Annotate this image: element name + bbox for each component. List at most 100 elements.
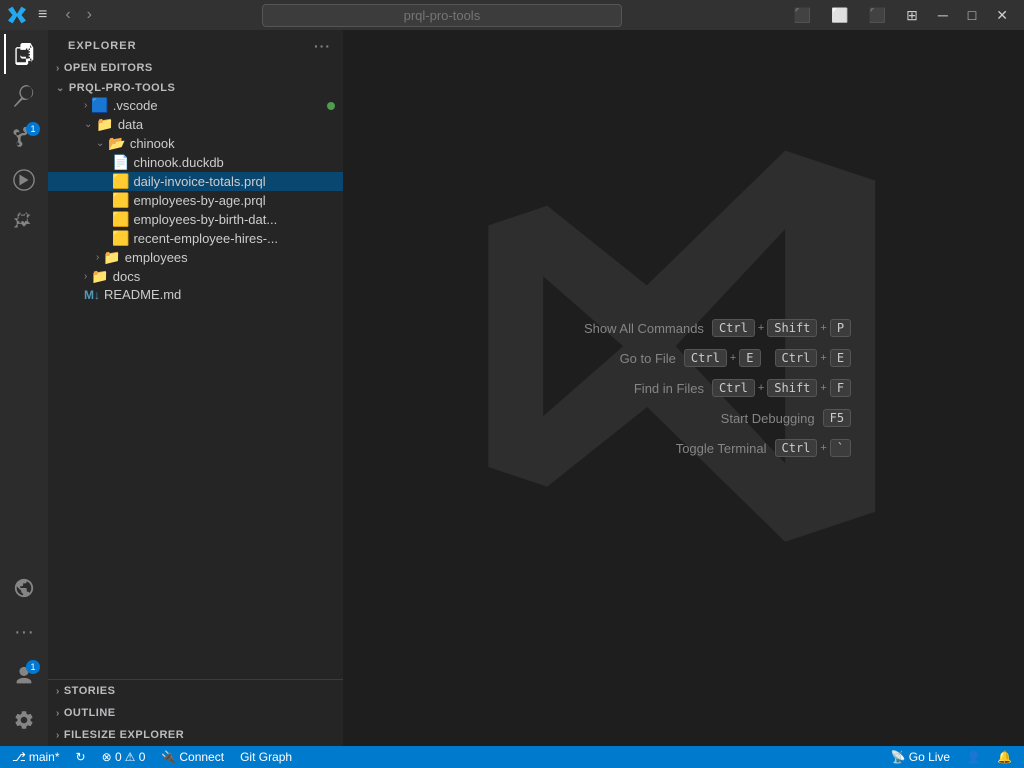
start-debugging-label: Start Debugging xyxy=(655,411,815,426)
maximize-button[interactable]: □ xyxy=(960,5,984,25)
filesize-section-header[interactable]: › FILESIZE EXPLORER xyxy=(48,724,343,746)
docs-chevron-icon: › xyxy=(84,271,87,282)
activity-search-button[interactable] xyxy=(4,76,44,116)
hamburger-menu-icon[interactable]: ≡ xyxy=(34,2,51,28)
filesize-chevron-icon: › xyxy=(56,730,60,741)
kbd-shift: Shift xyxy=(767,319,817,337)
find-in-files-label: Find in Files xyxy=(544,381,704,396)
employees-birth-label: employees-by-birth-dat... xyxy=(133,212,277,227)
project-section: ⌄ PRQL-PRO-TOOLS › 🟦 .vscode ⌄ 📁 data xyxy=(48,78,343,305)
git-branch-icon: ⎇ xyxy=(12,750,26,764)
toggle-primary-sidebar-button[interactable]: ⬛ xyxy=(786,5,819,26)
source-control-badge: 1 xyxy=(26,122,40,136)
readme-label: README.md xyxy=(104,287,181,302)
kbd-sep2: + xyxy=(820,322,826,334)
tree-item-recent-employee[interactable]: 🟨 recent-employee-hires-... xyxy=(48,229,343,248)
prql-file-icon-2: 🟨 xyxy=(112,192,129,209)
connect-button[interactable]: 🔌 Connect xyxy=(157,750,228,764)
sidebar-content: › OPEN EDITORS ⌄ PRQL-PRO-TOOLS › 🟦 .vsc… xyxy=(48,58,343,679)
bell-icon: 🔔 xyxy=(997,750,1012,764)
titlebar: ≡ ‹ › ⬛ ⬜ ⬛ ⊞ ─ □ ✕ xyxy=(0,0,1024,30)
command-search-input[interactable] xyxy=(262,4,622,27)
titlebar-nav: ‹ › xyxy=(59,4,98,26)
toggle-layout-button[interactable]: ⊞ xyxy=(898,5,926,26)
git-branch-button[interactable]: ⎇ main* xyxy=(8,750,64,764)
kbd-shift2: Shift xyxy=(767,379,817,397)
db-file-icon: 📄 xyxy=(112,154,129,171)
stories-chevron-icon: › xyxy=(56,686,60,697)
activity-explorer-button[interactable] xyxy=(4,34,44,74)
employees-label: employees xyxy=(125,250,188,265)
tree-item-chinook[interactable]: ⌄ 📂 chinook xyxy=(48,134,343,153)
show-all-commands-row: Show All Commands Ctrl + Shift + P xyxy=(544,319,851,337)
docs-label: docs xyxy=(113,269,140,284)
activity-more-button[interactable]: ··· xyxy=(4,612,44,652)
sidebar-header: EXPLORER ··· xyxy=(48,30,343,58)
stories-section-header[interactable]: › STORIES xyxy=(48,680,343,702)
bell-button[interactable]: 🔔 xyxy=(993,750,1016,764)
person-button[interactable]: 👤 xyxy=(962,750,985,764)
project-label: PRQL-PRO-TOOLS xyxy=(69,82,175,94)
activity-run-button[interactable] xyxy=(4,160,44,200)
sync-button[interactable]: ↻ xyxy=(72,750,90,764)
connect-icon: 🔌 xyxy=(161,750,176,764)
toggle-terminal-row: Toggle Terminal Ctrl + ` xyxy=(607,439,852,457)
vscode-logo-icon xyxy=(8,6,26,24)
vscode-label: .vscode xyxy=(113,98,158,113)
kbd-e: E xyxy=(739,349,760,367)
prql-file-icon-3: 🟨 xyxy=(112,211,129,228)
sidebar-more-options-icon[interactable]: ··· xyxy=(314,38,331,54)
nav-forward-button[interactable]: › xyxy=(81,4,98,26)
tree-item-vscode[interactable]: › 🟦 .vscode xyxy=(48,96,343,115)
toggle-secondary-sidebar-button[interactable]: ⬛ xyxy=(861,5,894,26)
activity-extensions-button[interactable] xyxy=(4,202,44,242)
filesize-label: FILESIZE EXPLORER xyxy=(64,729,184,741)
sidebar-bottom: › STORIES › OUTLINE › FILESIZE EXPLORER xyxy=(48,679,343,746)
nav-back-button[interactable]: ‹ xyxy=(59,4,76,26)
tree-item-docs[interactable]: › 📁 docs xyxy=(48,267,343,286)
go-live-button[interactable]: 📡 Go Live xyxy=(887,750,954,764)
open-editors-chevron-icon: › xyxy=(56,63,60,74)
data-chevron-icon: ⌄ xyxy=(84,119,92,130)
recent-employee-label: recent-employee-hires-... xyxy=(133,231,278,246)
outline-section-header[interactable]: › OUTLINE xyxy=(48,702,343,724)
show-all-commands-label: Show All Commands xyxy=(544,321,704,336)
errors-label: ⊗ 0 xyxy=(102,750,122,764)
daily-invoice-label: daily-invoice-totals.prql xyxy=(133,174,265,189)
tree-item-chinook-db[interactable]: 📄 chinook.duckdb xyxy=(48,153,343,172)
errors-button[interactable]: ⊗ 0 ⚠ 0 xyxy=(98,750,150,764)
git-graph-button[interactable]: Git Graph xyxy=(236,750,296,764)
chinook-db-label: chinook.duckdb xyxy=(133,155,223,170)
open-editors-header[interactable]: › OPEN EDITORS xyxy=(48,60,343,76)
activity-settings-button[interactable] xyxy=(4,700,44,740)
activity-source-control-button[interactable]: 1 xyxy=(4,118,44,158)
kbd-backtick: ` xyxy=(830,439,851,457)
close-button[interactable]: ✕ xyxy=(988,5,1016,26)
chinook-label: chinook xyxy=(130,136,175,151)
open-editors-section: › OPEN EDITORS xyxy=(48,58,343,78)
status-bar: ⎇ main* ↻ ⊗ 0 ⚠ 0 🔌 Connect Git Graph 📡 … xyxy=(0,746,1024,768)
go-live-icon: 📡 xyxy=(891,750,906,764)
project-header[interactable]: ⌄ PRQL-PRO-TOOLS xyxy=(48,80,343,96)
tree-item-readme[interactable]: M↓ README.md xyxy=(48,286,343,303)
minimize-button[interactable]: ─ xyxy=(930,5,956,25)
vscode-folder-icon: 🟦 xyxy=(91,97,108,114)
activity-remote-explorer-button[interactable] xyxy=(4,568,44,608)
git-graph-label: Git Graph xyxy=(240,750,292,764)
tree-item-data[interactable]: ⌄ 📁 data xyxy=(48,115,343,134)
find-in-files-row: Find in Files Ctrl + Shift + F xyxy=(544,379,851,397)
employees-folder-icon: 📁 xyxy=(103,249,120,266)
tree-item-employees[interactable]: › 📁 employees xyxy=(48,248,343,267)
go-to-file-label: Go to File xyxy=(516,351,676,366)
tree-item-employees-birth[interactable]: 🟨 employees-by-birth-dat... xyxy=(48,210,343,229)
activity-accounts-button[interactable]: 1 xyxy=(4,656,44,696)
employees-age-label: employees-by-age.prql xyxy=(133,193,265,208)
start-debugging-row: Start Debugging F5 xyxy=(655,409,851,427)
sidebar: EXPLORER ··· › OPEN EDITORS ⌄ PRQL-PRO-T… xyxy=(48,30,343,746)
toggle-panel-button[interactable]: ⬜ xyxy=(823,5,856,26)
md-file-icon: M↓ xyxy=(84,288,100,302)
tree-item-employees-age[interactable]: 🟨 employees-by-age.prql xyxy=(48,191,343,210)
tree-item-daily-invoice[interactable]: 🟨 daily-invoice-totals.prql xyxy=(48,172,343,191)
kbd-f: F xyxy=(830,379,851,397)
kbd-ctrl: Ctrl xyxy=(712,319,755,337)
